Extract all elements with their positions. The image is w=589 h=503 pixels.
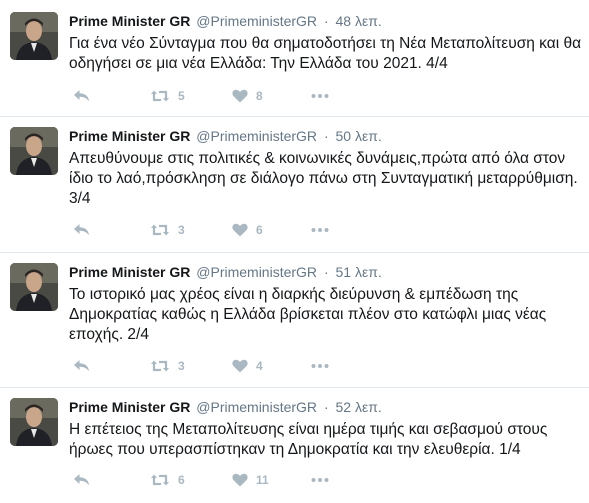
tweet[interactable]: Prime Minister GR @PrimeministerGR · 52 …: [0, 398, 589, 503]
tweet[interactable]: Prime Minister GR @PrimeministerGR · 48 …: [0, 12, 589, 112]
avatar[interactable]: [10, 12, 58, 60]
avatar[interactable]: [10, 263, 58, 311]
author-handle[interactable]: @PrimeministerGR: [196, 128, 317, 144]
more-button[interactable]: [311, 356, 329, 376]
author-name[interactable]: Prime Minister GR: [69, 128, 190, 144]
reply-button[interactable]: [73, 86, 90, 106]
tweet-actions: 3 6: [73, 220, 373, 240]
reply-icon: [74, 474, 89, 485]
tweet[interactable]: Prime Minister GR @PrimeministerGR · 51 …: [0, 263, 589, 385]
tweet-time[interactable]: 50 λεπ.: [336, 128, 382, 144]
more-button[interactable]: [311, 220, 329, 240]
tweet-header: Prime Minister GR @PrimeministerGR · 51 …: [69, 263, 583, 281]
like-button[interactable]: 4: [232, 356, 263, 376]
retweet-icon: [151, 90, 169, 102]
like-count: 4: [256, 359, 263, 373]
tweet-divider: [0, 116, 589, 117]
heart-icon: [232, 223, 248, 237]
reply-icon: [74, 360, 89, 371]
separator-dot: ·: [323, 13, 329, 29]
retweet-button[interactable]: 5: [150, 86, 185, 106]
heart-icon: [232, 89, 248, 103]
author-name[interactable]: Prime Minister GR: [69, 264, 190, 280]
more-icon: [311, 478, 329, 482]
tweet-time[interactable]: 51 λεπ.: [336, 264, 382, 280]
like-button[interactable]: 8: [232, 86, 263, 106]
like-count: 11: [256, 473, 269, 487]
tweet-actions: 3 4: [73, 356, 373, 376]
timeline: Prime Minister GR @PrimeministerGR · 48 …: [0, 0, 589, 503]
retweet-icon: [151, 474, 169, 486]
separator-dot: ·: [323, 128, 329, 144]
tweet-actions: 5 8: [73, 86, 373, 106]
tweet-time[interactable]: 48 λεπ.: [336, 13, 382, 29]
tweet-text: Απευθύνουμε στις πολιτικές & κοινωνικές …: [69, 150, 578, 207]
heart-icon: [232, 473, 248, 487]
tweet-text: Το ιστορικό μας χρέος είναι η διαρκής δι…: [69, 286, 547, 343]
avatar-image: [10, 12, 58, 60]
more-icon: [311, 94, 329, 98]
tweet-divider: [0, 252, 589, 253]
tweet-content: Prime Minister GR @PrimeministerGR · 50 …: [69, 127, 583, 209]
like-button[interactable]: 11: [232, 470, 269, 490]
like-button[interactable]: 6: [232, 220, 263, 240]
more-icon: [311, 364, 329, 368]
retweet-count: 5: [178, 89, 185, 103]
author-handle[interactable]: @PrimeministerGR: [196, 264, 317, 280]
reply-button[interactable]: [73, 220, 90, 240]
more-button[interactable]: [311, 86, 329, 106]
more-icon: [311, 228, 329, 232]
reply-button[interactable]: [73, 356, 90, 376]
reply-button[interactable]: [73, 470, 90, 490]
author-name[interactable]: Prime Minister GR: [69, 13, 190, 29]
retweet-button[interactable]: 3: [150, 220, 185, 240]
avatar-image: [10, 263, 58, 311]
avatar[interactable]: [10, 398, 58, 446]
tweet-header: Prime Minister GR @PrimeministerGR · 50 …: [69, 127, 583, 145]
separator-dot: ·: [323, 399, 329, 415]
tweet-content: Prime Minister GR @PrimeministerGR · 51 …: [69, 263, 583, 345]
author-handle[interactable]: @PrimeministerGR: [196, 13, 317, 29]
like-count: 8: [256, 89, 263, 103]
tweet-header: Prime Minister GR @PrimeministerGR · 48 …: [69, 12, 583, 30]
avatar-image: [10, 127, 58, 175]
retweet-icon: [151, 360, 169, 372]
avatar[interactable]: [10, 127, 58, 175]
retweet-button[interactable]: 3: [150, 356, 185, 376]
author-name[interactable]: Prime Minister GR: [69, 399, 190, 415]
more-button[interactable]: [311, 470, 329, 490]
retweet-icon: [151, 224, 169, 236]
like-count: 6: [256, 223, 263, 237]
reply-icon: [74, 224, 89, 235]
retweet-count: 3: [178, 223, 185, 237]
tweet-content: Prime Minister GR @PrimeministerGR · 48 …: [69, 12, 583, 74]
tweet-time[interactable]: 52 λεπ.: [336, 399, 382, 415]
author-handle[interactable]: @PrimeministerGR: [196, 399, 317, 415]
tweet-content: Prime Minister GR @PrimeministerGR · 52 …: [69, 398, 583, 460]
tweet-actions: 6 11: [73, 470, 373, 490]
retweet-button[interactable]: 6: [150, 470, 185, 490]
tweet[interactable]: Prime Minister GR @PrimeministerGR · 50 …: [0, 127, 589, 249]
retweet-count: 6: [178, 473, 185, 487]
tweet-text: Η επέτειος της Μεταπολίτευσης είναι ημέρ…: [69, 421, 548, 458]
separator-dot: ·: [323, 264, 329, 280]
reply-icon: [74, 90, 89, 101]
tweet-text: Για ένα νέο Σύνταγμα που θα σηματοδοτήσε…: [69, 35, 582, 72]
tweet-divider: [0, 387, 589, 388]
avatar-image: [10, 398, 58, 446]
tweet-header: Prime Minister GR @PrimeministerGR · 52 …: [69, 398, 583, 416]
retweet-count: 3: [178, 359, 185, 373]
heart-icon: [232, 359, 248, 373]
